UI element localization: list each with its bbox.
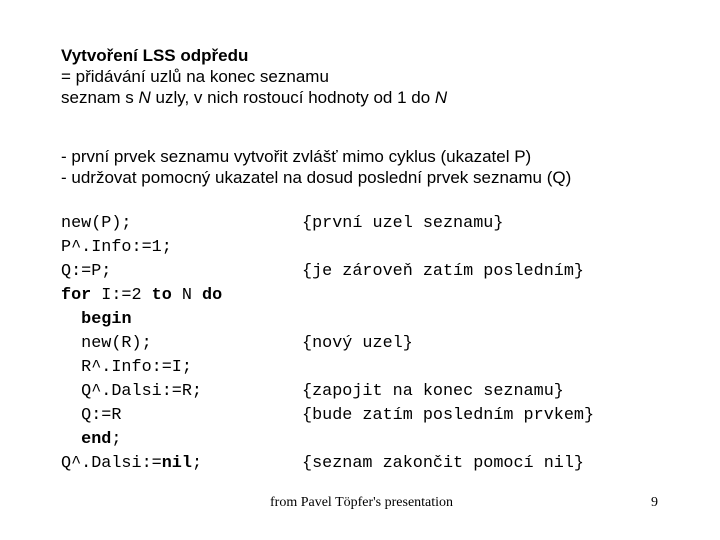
code-text: ; (111, 430, 122, 449)
page-number: 9 (651, 495, 658, 510)
slide-subtitle-1: = přidávání uzlů na konec seznamu (61, 67, 329, 86)
code-line: end; (61, 428, 222, 452)
code-comment: {bude zatím posledním prvkem} (302, 406, 595, 425)
bullet-list: - první prvek seznamu vytvořit zvlášť mi… (61, 146, 571, 188)
bullet-item: - první prvek seznamu vytvořit zvlášť mi… (61, 147, 532, 166)
footer-source: from Pavel Töpfer's presentation (270, 495, 454, 510)
subtitle-text: seznam s (61, 88, 139, 107)
code-comment: {seznam zakončit pomocí nil} (302, 454, 584, 473)
code-comments: {první uzel seznamu} {je zároveň zatím p… (302, 212, 594, 476)
code-comment: {první uzel seznamu} (302, 214, 504, 233)
code-comment: {zapojit na konec seznamu} (302, 382, 564, 401)
keyword: nil (161, 454, 192, 473)
code-block: new(P); P^.Info:=1; Q:=P; for I:=2 to N do … (61, 212, 222, 476)
code-line: Q:=R (61, 406, 122, 425)
code-text: N (171, 286, 203, 305)
variable-n: N (138, 88, 151, 107)
code-text: I:=2 (91, 286, 152, 305)
code-line: R^.Info:=I; (61, 358, 192, 377)
code-line: new(R); (61, 334, 152, 353)
slide-subtitle-2: seznam s N uzly, v nich rostoucí hodnoty… (61, 87, 447, 108)
code-comment: {je zároveň zatím posledním} (302, 262, 584, 281)
slide-title: Vytvoření LSS odpředu (61, 46, 249, 65)
code-line: Q:=P; (61, 262, 112, 281)
code-line: for I:=2 to N do (61, 284, 222, 308)
code-comment: {nový uzel} (302, 334, 413, 353)
variable-n: N (434, 88, 448, 107)
keyword: begin (81, 310, 132, 329)
keyword: to (151, 286, 172, 305)
code-line: begin (61, 308, 222, 332)
code-line: Q^.Dalsi:=nil; (61, 452, 222, 476)
code-line: P^.Info:=1; (61, 238, 172, 257)
subtitle-text: uzly, v nich rostoucí hodnoty od 1 do (150, 88, 435, 107)
keyword: do (202, 286, 223, 305)
keyword: for (61, 286, 92, 305)
keyword: end (81, 430, 112, 449)
code-line: new(P); (61, 214, 132, 233)
slide-header: Vytvoření LSS odpředu = přidávání uzlů n… (61, 45, 447, 108)
code-text: Q^.Dalsi:= (61, 454, 162, 473)
code-line: Q^.Dalsi:=R; (61, 382, 202, 401)
bullet-item: - udržovat pomocný ukazatel na dosud pos… (61, 168, 572, 187)
code-text: ; (191, 454, 203, 473)
